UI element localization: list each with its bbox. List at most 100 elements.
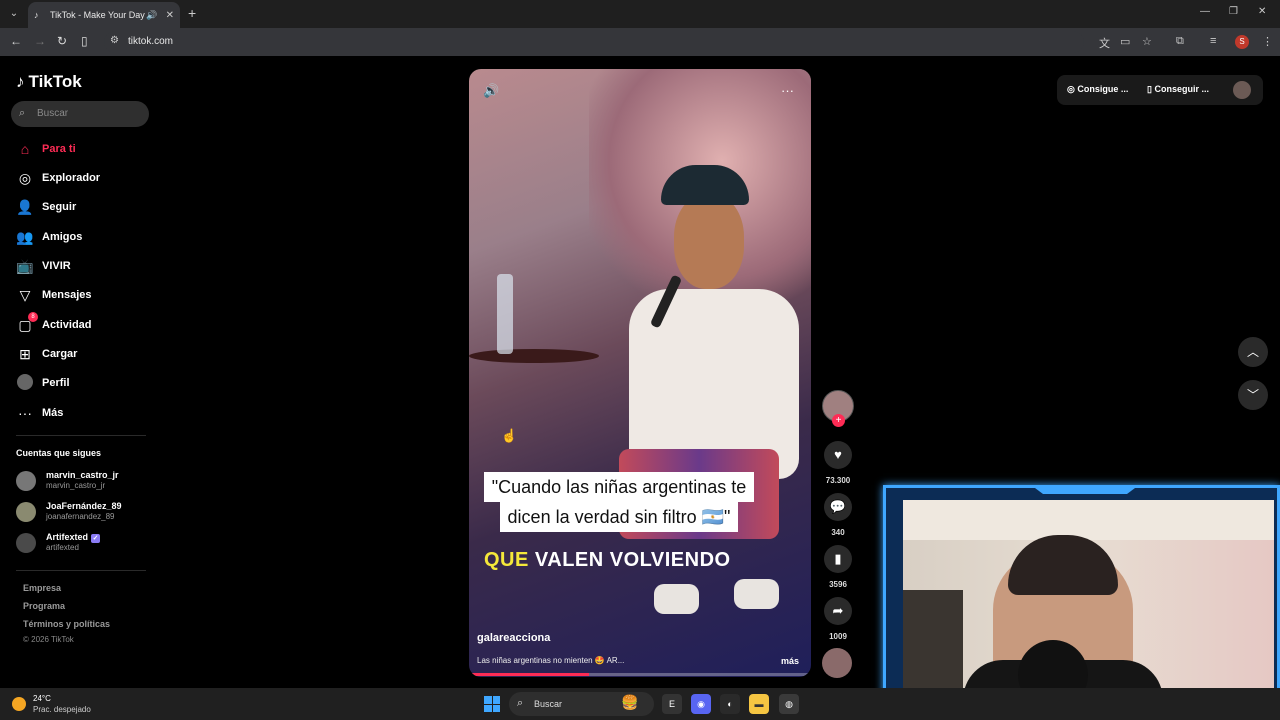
footer-terminos[interactable]: Términos y políticas	[23, 619, 110, 629]
nav-label: Cargar	[42, 348, 78, 360]
get-app-button[interactable]: ▯ Conseguir ...	[1147, 84, 1209, 95]
music-disc-avatar[interactable]	[822, 648, 852, 678]
minimize-icon[interactable]: —	[1200, 6, 1210, 17]
nav-seguir[interactable]: 👤 Seguir	[16, 196, 156, 218]
profile-avatar	[16, 373, 34, 393]
new-tab-icon[interactable]: +	[188, 5, 196, 21]
maximize-icon[interactable]: ❐	[1229, 6, 1238, 17]
more-link[interactable]: más	[781, 656, 799, 666]
steam-icon[interactable]: ◐	[720, 694, 740, 714]
nav-label: Seguir	[42, 201, 77, 213]
user-avatar[interactable]	[1233, 81, 1251, 99]
video-progress-bar[interactable]	[469, 673, 811, 676]
heart-icon: ♥	[834, 447, 842, 462]
nav-perfil[interactable]: Perfil	[16, 372, 156, 394]
subtitle-highlight: QUE	[484, 549, 529, 571]
live-icon: 📺	[16, 257, 34, 274]
previous-video-button[interactable]: ︿	[1238, 337, 1268, 367]
more-icon: ···	[18, 405, 32, 421]
video-bottle	[497, 274, 513, 354]
search-input[interactable]: ⌕ Buscar	[11, 101, 149, 127]
verified-icon: ✓	[91, 534, 101, 543]
webcam-frame-top	[1035, 488, 1135, 494]
following-item[interactable]: JoaFernández_89 joanafernandez_89	[16, 500, 146, 526]
address-bar[interactable]: ⚙ tiktok.com	[104, 31, 1084, 53]
extensions-icon[interactable]: ⧉	[1176, 35, 1184, 48]
video-caption: "Cuando las niñas argentinas te dicen la…	[479, 472, 759, 532]
nav-vivir[interactable]: 📺 VIVIR	[16, 255, 156, 277]
video-shoe	[654, 584, 699, 614]
more-options-icon[interactable]: ···	[781, 83, 794, 98]
nav-label: VIVIR	[42, 260, 71, 272]
nav-amigos[interactable]: 👥 Amigos	[16, 226, 156, 248]
video-table	[469, 349, 599, 363]
media-controls-icon[interactable]: ≡	[1210, 35, 1216, 47]
comment-button[interactable]: 💬	[824, 493, 852, 521]
chevron-up-icon: ︿	[1246, 345, 1259, 359]
subtitle-rest: VALEN VOLVIENDO	[534, 549, 731, 571]
browser-menu-icon[interactable]: ⋮	[1262, 35, 1273, 48]
brand-name: TikTok	[28, 72, 82, 91]
webcam-person-hair	[1008, 535, 1118, 595]
messages-icon: ▽	[19, 286, 31, 303]
browser-tab-bar: ⌄ ♪ TikTok - Make Your Day 🔊 ✕ + — ❐ ✕	[0, 0, 1280, 28]
weather-sun-icon	[12, 697, 26, 711]
windows-start-icon[interactable]	[484, 696, 500, 712]
next-video-button[interactable]: ﹀	[1238, 380, 1268, 410]
activity-badge: 8	[28, 312, 38, 322]
nav-mas[interactable]: ··· Más	[16, 402, 156, 424]
nav-actividad[interactable]: ▢ 8 Actividad	[16, 312, 156, 336]
get-coins-button[interactable]: ◎ Consigue ...	[1067, 84, 1128, 95]
video-subtitle: QUE VALEN VOLVIENDO	[484, 549, 731, 572]
nav-cargar[interactable]: ⊞ Cargar	[16, 343, 156, 365]
like-button[interactable]: ♥	[824, 441, 852, 469]
following-item[interactable]: marvin_castro_jr marvin_castro_jr	[16, 469, 146, 495]
url-text: tiktok.com	[128, 36, 174, 47]
epic-games-icon[interactable]: E	[662, 694, 682, 714]
following-name: marvin_castro_jr	[46, 470, 119, 480]
browser-profile-avatar[interactable]: S	[1235, 35, 1249, 49]
nav-mensajes[interactable]: ▽ Mensajes	[16, 284, 156, 306]
tiktok-logo[interactable]: ♪ TikTok	[16, 72, 82, 92]
browser-tab[interactable]: ♪ TikTok - Make Your Day 🔊 ✕	[28, 2, 180, 28]
following-item[interactable]: Artifexted ✓ artifexted	[16, 531, 146, 557]
mouse-cursor-icon: ☝	[501, 428, 518, 443]
save-button[interactable]: ▮	[824, 545, 852, 573]
tiktok-favicon-icon: ♪	[34, 10, 39, 20]
taskbar-search-placeholder: Buscar	[534, 699, 563, 709]
footer-empresa[interactable]: Empresa	[23, 583, 61, 593]
share-button[interactable]: ➦	[824, 597, 852, 625]
file-explorer-icon[interactable]: ▬	[749, 694, 769, 714]
following-name: JoaFernández_89	[46, 501, 122, 511]
site-info-icon[interactable]: ⚙	[110, 35, 119, 46]
forward-icon[interactable]: →	[34, 34, 46, 48]
cast-icon[interactable]: ▭	[1120, 35, 1130, 48]
discord-icon[interactable]: ◉	[691, 694, 711, 714]
window-close-icon[interactable]: ✕	[1258, 6, 1266, 17]
footer-programa[interactable]: Programa	[23, 601, 65, 611]
follow-plus-icon[interactable]: +	[832, 414, 845, 427]
webcam-ceiling	[903, 500, 1274, 540]
nav-para-ti[interactable]: ⌂ Para ti	[16, 138, 156, 160]
nav-label: Actividad	[42, 319, 92, 331]
comment-icon: 💬	[829, 499, 847, 514]
chrome-icon[interactable]: ◍	[779, 694, 799, 714]
bookmark-star-icon[interactable]: ☆	[1142, 35, 1152, 48]
following-title: Cuentas que sigues	[16, 448, 102, 458]
audio-playing-icon[interactable]: 🔊	[146, 10, 157, 21]
video-player[interactable]: 🔊 ··· "Cuando las niñas argentinas te di…	[469, 69, 811, 677]
reload-icon[interactable]: ↻	[57, 34, 67, 48]
video-person-head	[674, 194, 744, 289]
taskbar-search[interactable]: ⌕ Buscar 🍔	[509, 692, 654, 716]
weather-temperature: 24°C	[33, 694, 51, 703]
nav-label: Más	[42, 407, 64, 419]
back-icon[interactable]: ←	[10, 34, 22, 48]
volume-icon[interactable]: 🔊	[483, 83, 499, 99]
tab-search-icon[interactable]: ⌄	[6, 6, 22, 22]
tab-close-icon[interactable]: ✕	[166, 10, 174, 21]
split-view-icon[interactable]: ▯	[81, 34, 88, 48]
video-author[interactable]: galareacciona	[477, 632, 550, 644]
nav-label: Mensajes	[42, 289, 92, 301]
translate-icon[interactable]: 文	[1099, 35, 1110, 51]
nav-explorador[interactable]: ◎ Explorador	[16, 167, 156, 189]
